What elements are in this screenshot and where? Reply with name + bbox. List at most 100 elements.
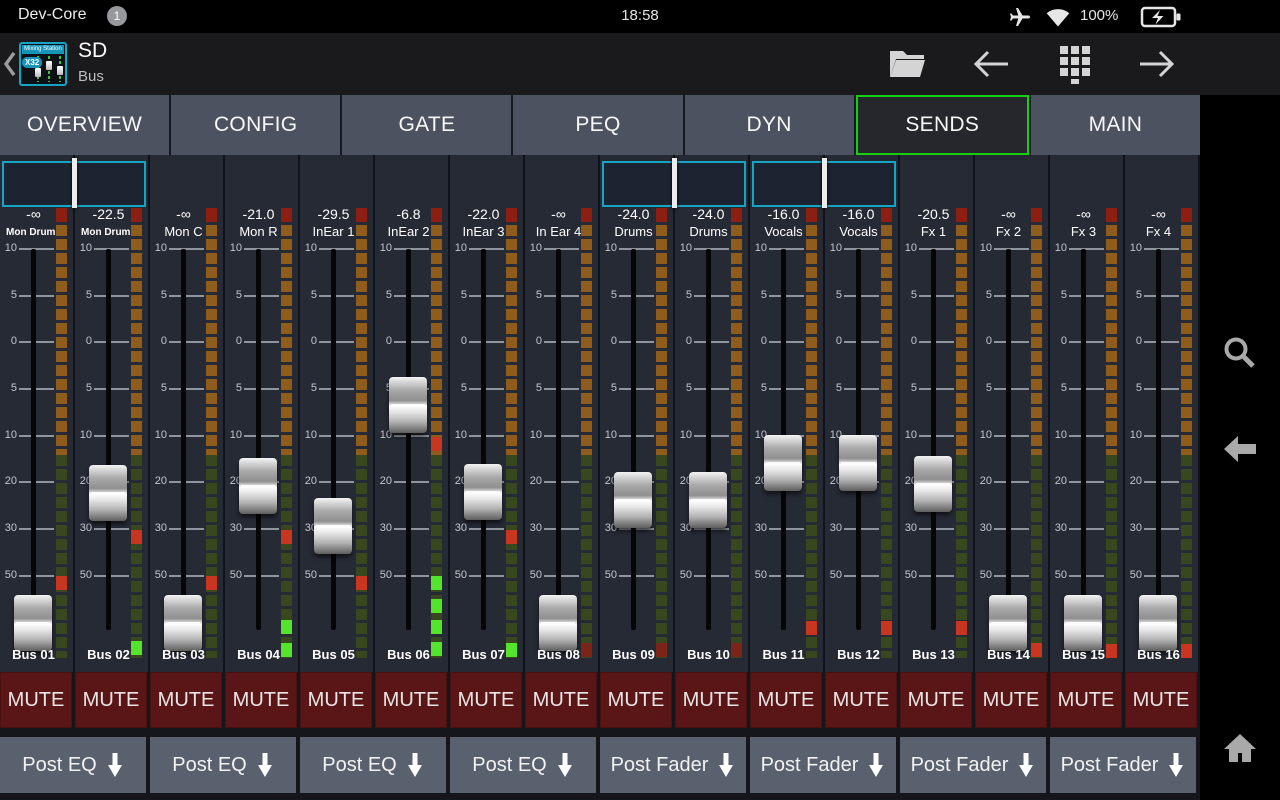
mute-button-bus-14[interactable]: MUTE bbox=[975, 672, 1047, 728]
send-tap-dropdown-3[interactable]: Post EQ bbox=[300, 737, 446, 793]
level-meter bbox=[206, 208, 217, 658]
battery-charging-icon bbox=[1140, 6, 1181, 28]
fader-knob[interactable] bbox=[689, 472, 727, 528]
app-icon-title: Mixing Station bbox=[22, 45, 64, 54]
wifi-icon bbox=[1046, 9, 1070, 27]
fader-knob[interactable] bbox=[164, 595, 202, 651]
fader-knob[interactable] bbox=[89, 465, 127, 521]
folder-icon[interactable] bbox=[886, 47, 928, 81]
arrow-right-icon[interactable] bbox=[1138, 49, 1176, 79]
channel-strip: -∞ Mon Drums 10 5 0 5 10 20 30 50 Bus 01 bbox=[0, 155, 75, 672]
bus-label: Bus 08 bbox=[537, 647, 580, 662]
tap-label: Post Fader bbox=[1060, 753, 1159, 776]
tab-overview[interactable]: OVERVIEW bbox=[0, 95, 170, 155]
fader-knob[interactable] bbox=[239, 458, 277, 514]
fader-track[interactable] bbox=[1156, 249, 1161, 630]
channel-strip: -22.5 Mon Drums 10 5 0 5 10 20 30 50 Bus 02 bbox=[75, 155, 150, 672]
channel-strip: -∞ Fx 2 10 5 0 5 10 20 30 50 Bus 14 bbox=[975, 155, 1050, 672]
fader-knob[interactable] bbox=[614, 472, 652, 528]
mute-button-bus-03[interactable]: MUTE bbox=[150, 672, 222, 728]
fader-knob[interactable] bbox=[389, 377, 427, 433]
fader-track[interactable] bbox=[31, 249, 36, 630]
channel-strip: -29.5 InEar 1 10 5 0 5 10 20 30 50 Bus 05 bbox=[300, 155, 375, 672]
level-meter bbox=[131, 208, 142, 658]
thick-arrow-left-icon[interactable] bbox=[1222, 434, 1258, 464]
level-meter bbox=[581, 208, 592, 658]
mute-button-bus-15[interactable]: MUTE bbox=[1050, 672, 1122, 728]
airplane-mode-icon bbox=[1010, 8, 1030, 26]
send-tap-dropdown-1[interactable]: Post EQ bbox=[0, 737, 146, 793]
tab-gate[interactable]: GATE bbox=[342, 95, 512, 155]
mute-button-bus-10[interactable]: MUTE bbox=[675, 672, 747, 728]
send-tap-dropdown-6[interactable]: Post Fader bbox=[750, 737, 896, 793]
fader-knob[interactable] bbox=[1139, 595, 1177, 651]
tab-dyn[interactable]: DYN bbox=[684, 95, 854, 155]
fader-knob[interactable] bbox=[839, 435, 877, 491]
home-icon[interactable] bbox=[1222, 732, 1258, 764]
channel-strip: -∞ Mon C 10 5 0 5 10 20 30 50 Bus 03 bbox=[150, 155, 225, 672]
mute-button-bus-16[interactable]: MUTE bbox=[1125, 672, 1197, 728]
mute-button-bus-12[interactable]: MUTE bbox=[825, 672, 897, 728]
tab-main[interactable]: MAIN bbox=[1030, 95, 1200, 155]
tap-label: Post Fader bbox=[910, 753, 1009, 776]
tab-config[interactable]: CONFIG bbox=[171, 95, 341, 155]
mute-button-bus-07[interactable]: MUTE bbox=[450, 672, 522, 728]
fader-track[interactable] bbox=[556, 249, 561, 630]
tab-sends[interactable]: SENDS bbox=[855, 95, 1029, 155]
fader-knob[interactable] bbox=[314, 498, 352, 554]
fader-knob[interactable] bbox=[539, 595, 577, 651]
send-tap-dropdown-2[interactable]: Post EQ bbox=[150, 737, 296, 793]
fader-knob[interactable] bbox=[914, 456, 952, 512]
dropdown-arrow-icon bbox=[107, 752, 122, 777]
mute-button-bus-02[interactable]: MUTE bbox=[75, 672, 147, 728]
bus-label: Bus 07 bbox=[462, 647, 505, 662]
fader-knob[interactable] bbox=[464, 464, 502, 520]
mute-button-bus-05[interactable]: MUTE bbox=[300, 672, 372, 728]
fader-knob[interactable] bbox=[14, 595, 52, 651]
send-tap-dropdown-5[interactable]: Post Fader bbox=[600, 737, 746, 793]
fader-track[interactable] bbox=[1081, 249, 1086, 630]
mute-button-bus-13[interactable]: MUTE bbox=[900, 672, 972, 728]
fader-track[interactable] bbox=[181, 249, 186, 630]
fader-track[interactable] bbox=[331, 249, 336, 630]
mute-button-bus-04[interactable]: MUTE bbox=[225, 672, 297, 728]
dropdown-arrow-icon bbox=[257, 752, 272, 777]
mute-button-bus-11[interactable]: MUTE bbox=[750, 672, 822, 728]
mixing-station-app-icon[interactable]: Mixing Station X32 bbox=[19, 42, 67, 86]
send-tap-dropdown-7[interactable]: Post Fader bbox=[900, 737, 1046, 793]
arrow-left-icon[interactable] bbox=[972, 49, 1010, 79]
mute-button-bus-06[interactable]: MUTE bbox=[375, 672, 447, 728]
battery-percent: 100% bbox=[1080, 7, 1119, 24]
fader-knob[interactable] bbox=[1064, 595, 1102, 651]
fader-track[interactable] bbox=[106, 249, 111, 630]
mute-button-bus-09[interactable]: MUTE bbox=[600, 672, 672, 728]
send-tap-dropdown-8[interactable]: Post Fader bbox=[1050, 737, 1196, 793]
search-icon[interactable] bbox=[1222, 335, 1258, 371]
bus-label: Bus 14 bbox=[987, 647, 1030, 662]
fader-track[interactable] bbox=[931, 249, 936, 630]
tap-label: Post EQ bbox=[172, 753, 247, 776]
fader-track[interactable] bbox=[631, 249, 636, 630]
tab-bar: OVERVIEW CONFIG GATE PEQ DYN SENDS MAIN bbox=[0, 95, 1200, 155]
bus-label: Bus 11 bbox=[762, 647, 805, 662]
dropdown-arrow-icon bbox=[719, 752, 734, 777]
channel-strip: -16.0 Vocals 10 5 0 5 10 20 30 50 Bus 11 bbox=[750, 155, 825, 672]
fader-knob[interactable] bbox=[764, 435, 802, 491]
back-chevron-icon[interactable] bbox=[3, 51, 17, 77]
dropdown-arrow-icon bbox=[1019, 752, 1034, 777]
fader-track[interactable] bbox=[256, 249, 261, 630]
fader-knob[interactable] bbox=[989, 595, 1027, 651]
bus-label: Bus 04 bbox=[237, 647, 280, 662]
dialpad-icon[interactable] bbox=[1059, 46, 1091, 84]
mute-button-bus-01[interactable]: MUTE bbox=[0, 672, 72, 728]
mute-button-bus-08[interactable]: MUTE bbox=[525, 672, 597, 728]
bus-label: Bus 15 bbox=[1062, 647, 1105, 662]
channel-strips: -∞ Mon Drums 10 5 0 5 10 20 30 50 Bus 01 -22.5 … bbox=[0, 155, 1200, 672]
fader-track[interactable] bbox=[481, 249, 486, 630]
fader-track[interactable] bbox=[406, 249, 411, 630]
fader-track[interactable] bbox=[706, 249, 711, 630]
send-tap-dropdown-4[interactable]: Post EQ bbox=[450, 737, 596, 793]
tab-peq[interactable]: PEQ bbox=[513, 95, 683, 155]
level-meter bbox=[731, 208, 742, 658]
fader-track[interactable] bbox=[1006, 249, 1011, 630]
